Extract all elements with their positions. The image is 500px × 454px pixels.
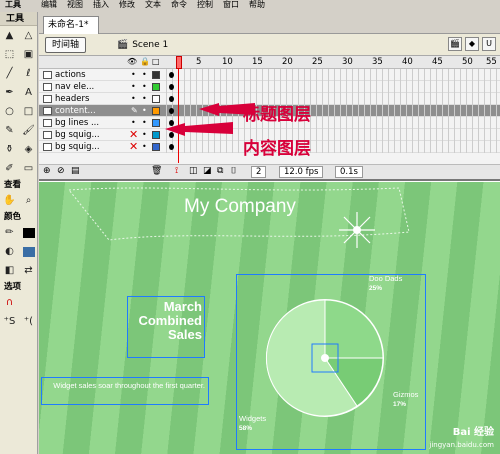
annotation-content-layer: 内容图层 bbox=[243, 139, 311, 159]
eyedropper-icon[interactable]: ✐ bbox=[0, 159, 19, 178]
selection-arrow-icon[interactable]: ▲ bbox=[0, 26, 19, 45]
ink-bottle-icon[interactable]: ⚱ bbox=[0, 140, 19, 159]
tools-panel: 工具 ▲ △ ⬚ ▣ ╱ ℓ ✒ A ○ □ ✎ 🖌 ⚱ ◈ ✐ ▭ 查看 ✋ … bbox=[0, 12, 38, 454]
scene-icon: 🎬 bbox=[117, 40, 129, 50]
pie-label-gizmos: Gizmos 17% bbox=[393, 390, 419, 408]
zoom-select[interactable]: U bbox=[482, 37, 496, 51]
text-tool-icon[interactable]: A bbox=[19, 83, 38, 102]
default-colors-icon[interactable]: ◧ bbox=[0, 261, 19, 280]
edit-symbol-icon[interactable]: ◆ bbox=[465, 37, 479, 51]
tools-panel-title: 工具 bbox=[0, 12, 37, 26]
zoom-tool-icon[interactable]: ⌕ bbox=[19, 191, 38, 210]
edit-scene-icon[interactable]: 🎬 bbox=[448, 37, 462, 51]
menu-bar: 工具 编辑 视图 插入 修改 文本 命令 控制 窗口 帮助 bbox=[0, 0, 500, 12]
rectangle-tool-icon[interactable]: □ bbox=[19, 102, 38, 121]
scene-label: Scene 1 bbox=[132, 40, 169, 50]
oval-tool-icon[interactable]: ○ bbox=[0, 102, 19, 121]
document-tab-bar: 未命名-1* bbox=[39, 12, 500, 34]
edit-bar: 时间轴 🎬 Scene 1 🎬 ◆ U bbox=[39, 34, 500, 56]
annotation-title-layer: 标题图层 bbox=[243, 105, 311, 125]
colors-section-title: 颜色 bbox=[4, 212, 22, 222]
scene-breadcrumb[interactable]: 🎬 Scene 1 bbox=[117, 38, 168, 52]
free-transform-icon[interactable]: ⬚ bbox=[0, 45, 19, 64]
timeline-toggle-button[interactable]: 时间轴 bbox=[45, 37, 87, 53]
watermark-brand: Bai 经验 bbox=[452, 427, 494, 438]
options-section-title: 选项 bbox=[4, 282, 22, 292]
stroke-swatch[interactable] bbox=[19, 223, 38, 242]
fill-color-icon[interactable]: ◐ bbox=[0, 242, 19, 261]
lasso-icon[interactable]: ℓ bbox=[19, 64, 38, 83]
company-title: My Company bbox=[184, 196, 296, 217]
watermark: Bai 经验 jingyan.baidu.com bbox=[429, 427, 494, 451]
flash-window: 工具 编辑 视图 插入 修改 文本 命令 控制 窗口 帮助 工具 ▲ △ ⬚ ▣… bbox=[0, 0, 500, 454]
subselection-icon[interactable]: △ bbox=[19, 26, 38, 45]
gradient-transform-icon[interactable]: ▣ bbox=[19, 45, 38, 64]
pie-label-doodads: Doo Dads 25% bbox=[369, 274, 403, 292]
menu-insert[interactable]: 插入 bbox=[88, 0, 114, 12]
heading-line: March bbox=[163, 299, 202, 314]
menu-text[interactable]: 文本 bbox=[140, 0, 166, 12]
menu-help[interactable]: 帮助 bbox=[244, 0, 270, 12]
line-tool-icon[interactable]: ╱ bbox=[0, 64, 19, 83]
brush-icon[interactable]: 🖌 bbox=[19, 121, 38, 140]
straighten-icon[interactable]: ⁺( bbox=[19, 312, 38, 331]
paint-bucket-icon[interactable]: ◈ bbox=[19, 140, 38, 159]
menu-tools[interactable]: 工具 bbox=[0, 0, 36, 12]
stage[interactable]: My Company March Combined Sales Widget s… bbox=[39, 182, 500, 454]
pen-tool-icon[interactable]: ✒ bbox=[0, 83, 19, 102]
document-area: 未命名-1* 时间轴 🎬 Scene 1 🎬 ◆ U 👁 🔒 □ 1 5 bbox=[39, 12, 500, 454]
fill-swatch[interactable] bbox=[19, 242, 38, 261]
menu-commands[interactable]: 命令 bbox=[166, 0, 192, 12]
stroke-color-icon[interactable]: ✏ bbox=[0, 223, 19, 242]
menu-edit[interactable]: 编辑 bbox=[36, 0, 62, 12]
hand-tool-icon[interactable]: ✋ bbox=[0, 191, 19, 210]
pie-label-widgets: Widgets 58% bbox=[239, 414, 267, 432]
menu-control[interactable]: 控制 bbox=[192, 0, 218, 12]
heading-line: Sales bbox=[168, 327, 202, 342]
sales-heading: March Combined Sales bbox=[130, 300, 202, 342]
view-section-title: 查看 bbox=[4, 180, 22, 190]
subtitle-text: Widget sales soar throughout the first q… bbox=[53, 381, 205, 390]
pencil-icon[interactable]: ✎ bbox=[0, 121, 19, 140]
swap-colors-icon[interactable]: ⇄ bbox=[19, 261, 38, 280]
menu-window[interactable]: 窗口 bbox=[218, 0, 244, 12]
document-tab[interactable]: 未命名-1* bbox=[43, 16, 99, 34]
watermark-url: jingyan.baidu.com bbox=[429, 441, 494, 449]
heading-line: Combined bbox=[138, 313, 202, 328]
smooth-icon[interactable]: ⁺S bbox=[0, 312, 19, 331]
snap-magnet-icon[interactable]: ∩ bbox=[0, 293, 19, 312]
menu-modify[interactable]: 修改 bbox=[114, 0, 140, 12]
menu-view[interactable]: 视图 bbox=[62, 0, 88, 12]
eraser-icon[interactable]: ▭ bbox=[19, 159, 38, 178]
